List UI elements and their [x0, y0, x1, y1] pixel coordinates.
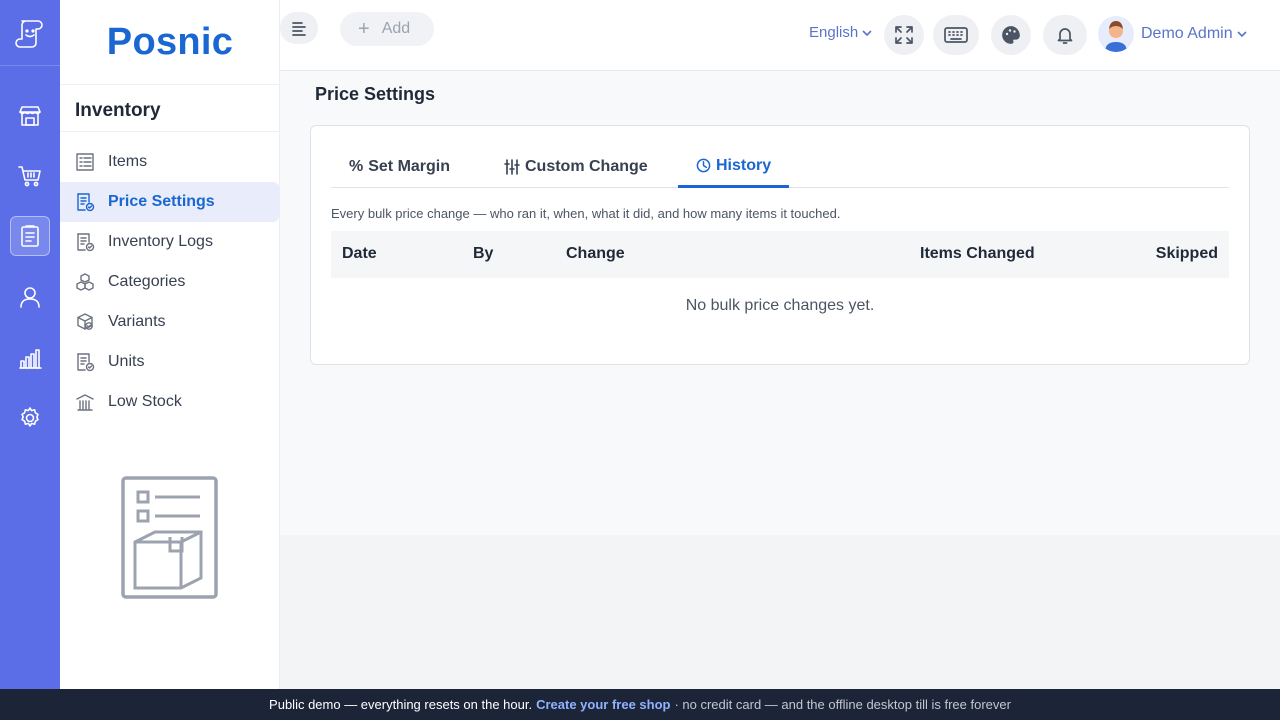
sidebar-item-label: Inventory Logs: [108, 233, 213, 250]
sidebar-item-inventory-logs[interactable]: Inventory Logs: [60, 222, 279, 262]
rail-users-button[interactable]: [10, 277, 50, 317]
theme-button[interactable]: [991, 15, 1031, 55]
clipboard-icon: [21, 225, 39, 247]
keyboard-shortcuts-button[interactable]: [933, 15, 979, 55]
keyboard-icon: [944, 27, 968, 43]
user-icon: [20, 287, 40, 308]
sidebar-item-label: Price Settings: [108, 193, 215, 210]
sidebar-item-label: Units: [108, 353, 145, 370]
categories-icon: [75, 272, 95, 292]
tab-history[interactable]: History: [678, 146, 790, 188]
fullscreen-icon: [895, 26, 913, 44]
gear-icon: [21, 407, 39, 427]
tab-label: Set Margin: [368, 158, 451, 175]
percent-icon: %: [349, 158, 364, 175]
app-logo[interactable]: [0, 0, 60, 66]
items-icon: [75, 152, 95, 172]
language-label: English: [809, 24, 859, 41]
icon-rail: [0, 0, 60, 689]
column-header-items-changed[interactable]: Items Changed: [920, 245, 1035, 263]
secondary-sidebar: Posnic Inventory Items Price Settings In…: [60, 0, 280, 689]
palette-icon: [1002, 26, 1020, 44]
user-menu[interactable]: Demo Admin: [1098, 16, 1248, 52]
tab-bar: % Set Margin Custom Change History: [331, 146, 1229, 188]
sidebar-item-label: Low Stock: [108, 393, 182, 410]
column-header-skipped[interactable]: Skipped: [1156, 245, 1218, 263]
column-header-date[interactable]: Date: [342, 245, 377, 263]
inventory-illustration-icon: [121, 476, 218, 599]
sidebar-item-items[interactable]: Items: [60, 142, 279, 182]
tab-label: Custom Change: [525, 158, 648, 175]
chevron-down-icon: [1237, 31, 1247, 38]
notifications-button[interactable]: [1043, 15, 1087, 55]
variants-icon: [75, 312, 95, 332]
rail-store-button[interactable]: [10, 96, 50, 136]
sidebar-item-variants[interactable]: Variants: [60, 302, 279, 342]
rail-cart-button[interactable]: [10, 156, 50, 196]
column-header-change[interactable]: Change: [566, 245, 625, 263]
avatar-person-icon: [1105, 21, 1127, 52]
price-settings-icon: [75, 192, 95, 212]
units-icon: [75, 352, 95, 372]
store-icon: [19, 106, 41, 126]
tab-custom-change[interactable]: Custom Change: [504, 146, 648, 188]
history-description: Every bulk price change — who ran it, wh…: [331, 206, 841, 221]
sidebar-toggle-button[interactable]: [280, 12, 318, 44]
main-content: Price Settings % Set Margin Custom Chang…: [280, 71, 1280, 535]
rail-settings-button[interactable]: [10, 398, 50, 438]
add-label: Add: [381, 20, 411, 37]
inventory-logs-icon: [75, 232, 95, 252]
bell-icon: [1057, 28, 1073, 44]
fullscreen-button[interactable]: [884, 15, 924, 55]
sidebar-item-price-settings[interactable]: Price Settings: [60, 182, 279, 222]
demo-banner: Public demo — everything resets on the h…: [0, 689, 1280, 720]
top-header: + Add English Demo Admin: [280, 0, 1280, 71]
tab-set-margin[interactable]: % Set Margin: [349, 146, 450, 188]
sidebar-item-units[interactable]: Units: [60, 342, 279, 382]
menu-align-icon: [292, 22, 306, 36]
chevron-down-icon: [862, 29, 872, 36]
rail-inventory-button[interactable]: [10, 216, 50, 256]
price-settings-card: % Set Margin Custom Change History Every…: [310, 125, 1250, 365]
scroll-logo-icon: [15, 19, 43, 48]
cart-icon: [18, 166, 41, 187]
sidebar-item-label: Categories: [108, 273, 186, 290]
rail-reports-button[interactable]: [10, 338, 50, 378]
create-shop-link[interactable]: Create your free shop: [536, 697, 670, 712]
sidebar-item-categories[interactable]: Categories: [60, 262, 279, 302]
column-header-by[interactable]: By: [473, 245, 493, 263]
sidebar-menu: Items Price Settings Inventory Logs Cate…: [60, 142, 280, 422]
language-selector[interactable]: English: [809, 24, 873, 41]
tab-label: History: [716, 156, 772, 174]
sidebar-section-title: Inventory: [75, 100, 161, 121]
sliders-icon: [504, 159, 520, 175]
low-stock-icon: [75, 392, 95, 412]
brand-name: Posnic: [106, 20, 234, 63]
banner-note: · no credit card — and the offline deskt…: [674, 697, 1011, 712]
empty-state-text: No bulk price changes yet.: [685, 297, 875, 314]
sidebar-item-label: Variants: [108, 313, 166, 330]
avatar: [1098, 16, 1134, 52]
sidebar-divider: [60, 131, 280, 132]
user-name: Demo Admin: [1141, 25, 1233, 42]
sidebar-item-low-stock[interactable]: Low Stock: [60, 382, 279, 422]
page-title: Price Settings: [315, 84, 436, 104]
add-button[interactable]: + Add: [340, 12, 434, 46]
sidebar-item-label: Items: [108, 153, 148, 170]
clock-icon: [696, 158, 711, 173]
banner-text: Public demo — everything resets on the h…: [269, 697, 533, 712]
bar-chart-icon: [19, 349, 42, 369]
plus-icon: +: [358, 18, 370, 40]
brand[interactable]: Posnic: [60, 0, 280, 85]
table-header: Date By Change Items Changed Skipped: [331, 231, 1229, 278]
